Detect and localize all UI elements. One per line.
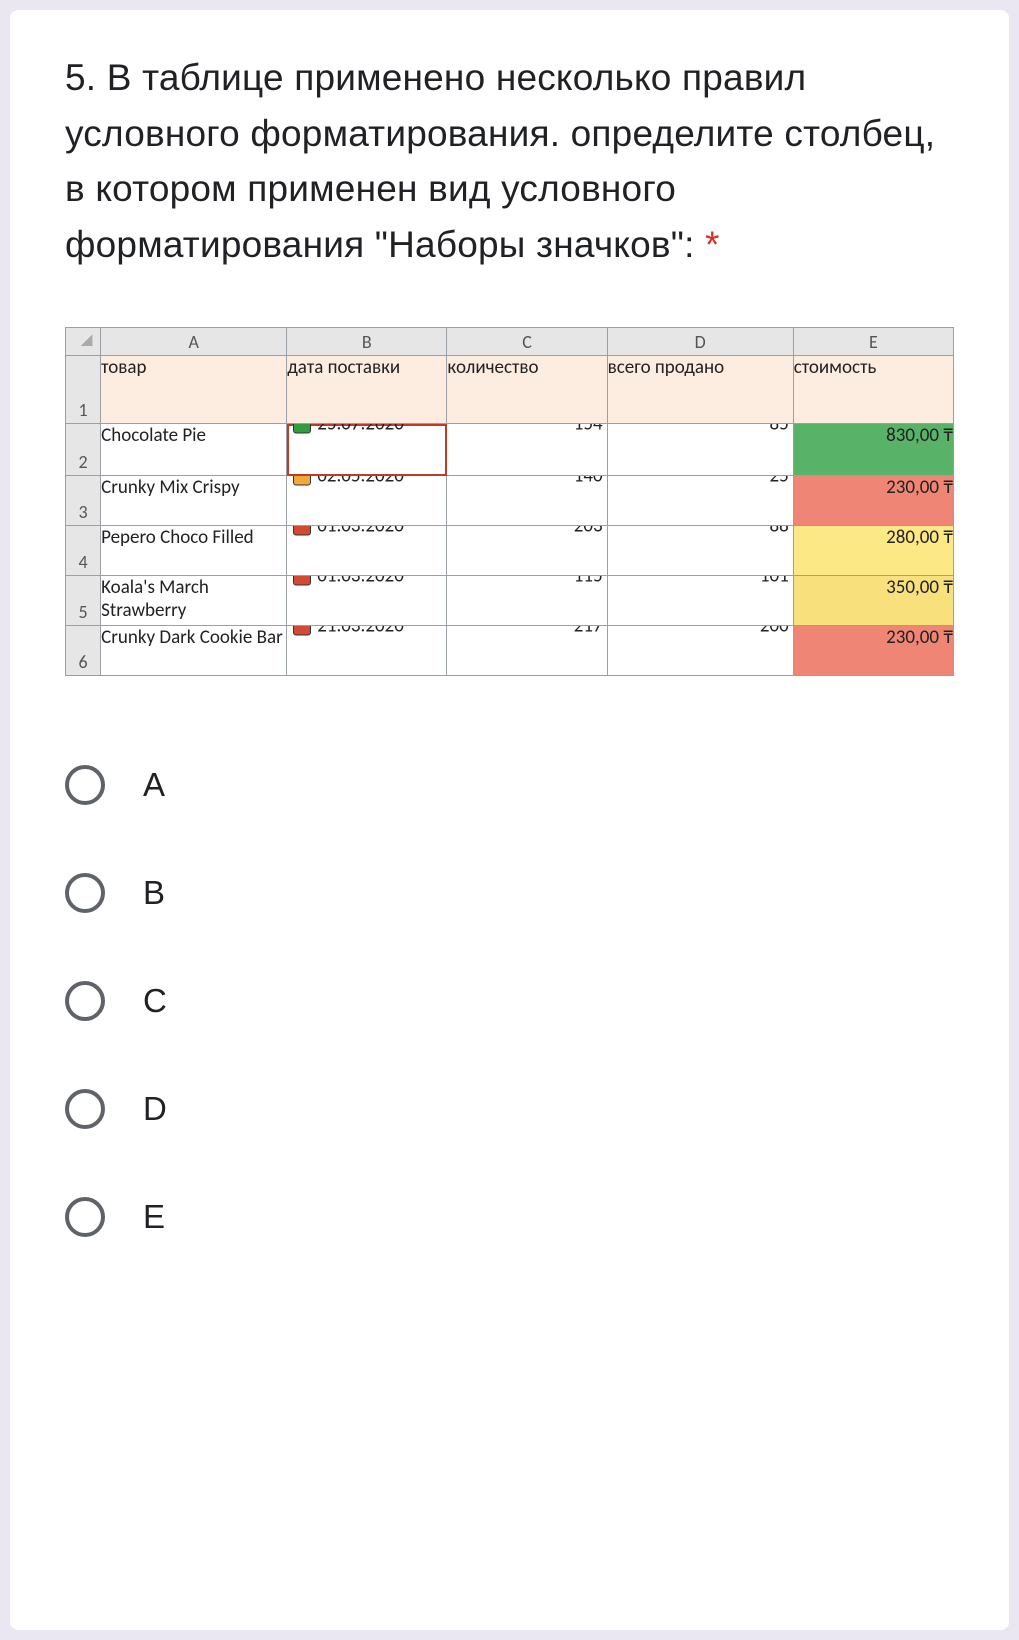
cell-E: 280,00 ₸ <box>793 526 953 576</box>
cell-C-text: 203 <box>574 526 603 538</box>
table-row: 3 Crunky Mix Crispy 02.05.2020 140 <box>66 476 954 526</box>
cell-B-text: 25.07.2020 <box>317 424 404 436</box>
iconset-red-icon <box>293 576 311 586</box>
cell-C-text: 217 <box>574 626 603 638</box>
option-label: D <box>143 1090 167 1128</box>
row-number: 2 <box>66 424 101 476</box>
table-row: 5 Koala's March Strawberry 01.03.2020 11… <box>66 576 954 626</box>
cell-D-text: 101 <box>760 576 789 588</box>
cell-B: 01.03.2020 <box>287 576 447 626</box>
cell-B-text: 02.05.2020 <box>317 476 404 488</box>
option-label: E <box>143 1198 166 1236</box>
option-C[interactable]: C <box>65 947 954 1055</box>
cell-C: 203 <box>447 526 607 576</box>
cell-C: 115 <box>447 576 607 626</box>
row-number: 1 <box>66 356 101 424</box>
question-text: 5. В таблице применено несколько правил … <box>65 50 954 272</box>
cell-A: Crunky Dark Cookie Bar <box>101 626 287 676</box>
cell-C-text: 154 <box>574 424 603 436</box>
required-asterisk: * <box>705 224 720 265</box>
cell-D-text: 85 <box>769 424 788 436</box>
header-E: стоимость <box>793 356 953 424</box>
table-row: 6 Crunky Dark Cookie Bar 21.03.2020 217 <box>66 626 954 676</box>
row-number: 3 <box>66 476 101 526</box>
table-row: 4 Pepero Choco Filled 01.03.2020 203 <box>66 526 954 576</box>
cell-A: Chocolate Pie <box>101 424 287 476</box>
cell-A: Crunky Mix Crispy <box>101 476 287 526</box>
row-number: 6 <box>66 626 101 676</box>
cell-B-text: 01.03.2020 <box>317 526 404 538</box>
question-card: 5. В таблице применено несколько правил … <box>10 10 1009 1630</box>
option-label: B <box>143 874 166 912</box>
option-label: A <box>143 766 166 804</box>
cell-D: 25 <box>607 476 793 526</box>
radio-icon <box>65 873 105 913</box>
radio-icon <box>65 1089 105 1129</box>
spreadsheet-image: ◢ A B C D E 1 товар дата поставки количе… <box>65 327 954 676</box>
option-A[interactable]: A <box>65 731 954 839</box>
table-row: 2 Chocolate Pie 25.07.2020 154 <box>66 424 954 476</box>
cell-D: 101 <box>607 576 793 626</box>
cell-E: 350,00 ₸ <box>793 576 953 626</box>
question-body: 5. В таблице применено несколько правил … <box>65 57 935 265</box>
header-B: дата поставки <box>287 356 447 424</box>
cell-E: 230,00 ₸ <box>793 476 953 526</box>
header-C: количество <box>447 356 607 424</box>
col-letter-D: D <box>607 328 793 356</box>
cell-B: 01.03.2020 <box>287 526 447 576</box>
cell-C: 140 <box>447 476 607 526</box>
col-letter-A: A <box>101 328 287 356</box>
option-label: C <box>143 982 167 1020</box>
cell-B-text: 21.03.2020 <box>317 626 404 638</box>
cell-B: 21.03.2020 <box>287 626 447 676</box>
radio-icon <box>65 1197 105 1237</box>
cell-D-text: 88 <box>769 526 788 538</box>
header-A: товар <box>101 356 287 424</box>
cell-C-text: 115 <box>574 576 603 588</box>
option-B[interactable]: B <box>65 839 954 947</box>
header-D: всего продано <box>607 356 793 424</box>
cell-A: Pepero Choco Filled <box>101 526 287 576</box>
cell-E: 230,00 ₸ <box>793 626 953 676</box>
sheet-corner: ◢ <box>66 328 101 356</box>
iconset-red-icon <box>293 526 311 536</box>
cell-D: 88 <box>607 526 793 576</box>
cell-C: 154 <box>447 424 607 476</box>
cell-E: 830,00 ₸ <box>793 424 953 476</box>
cell-B: 25.07.2020 <box>287 424 447 476</box>
options-group: A B C D E <box>65 731 954 1271</box>
iconset-green-icon <box>293 424 311 434</box>
iconset-red-icon <box>293 626 311 636</box>
cell-D-text: 25 <box>769 476 788 488</box>
radio-icon <box>65 765 105 805</box>
cell-D-text: 200 <box>760 626 789 638</box>
option-E[interactable]: E <box>65 1163 954 1271</box>
cell-C-text: 140 <box>574 476 603 488</box>
radio-icon <box>65 981 105 1021</box>
col-letter-C: C <box>447 328 607 356</box>
row-number: 5 <box>66 576 101 626</box>
cell-B-text: 01.03.2020 <box>317 576 404 588</box>
col-letter-E: E <box>793 328 953 356</box>
cell-D: 200 <box>607 626 793 676</box>
row-number: 4 <box>66 526 101 576</box>
cell-B: 02.05.2020 <box>287 476 447 526</box>
iconset-yellow-icon <box>293 476 311 486</box>
option-D[interactable]: D <box>65 1055 954 1163</box>
col-letter-B: B <box>287 328 447 356</box>
cell-A: Koala's March Strawberry <box>101 576 287 626</box>
cell-C: 217 <box>447 626 607 676</box>
cell-D: 85 <box>607 424 793 476</box>
